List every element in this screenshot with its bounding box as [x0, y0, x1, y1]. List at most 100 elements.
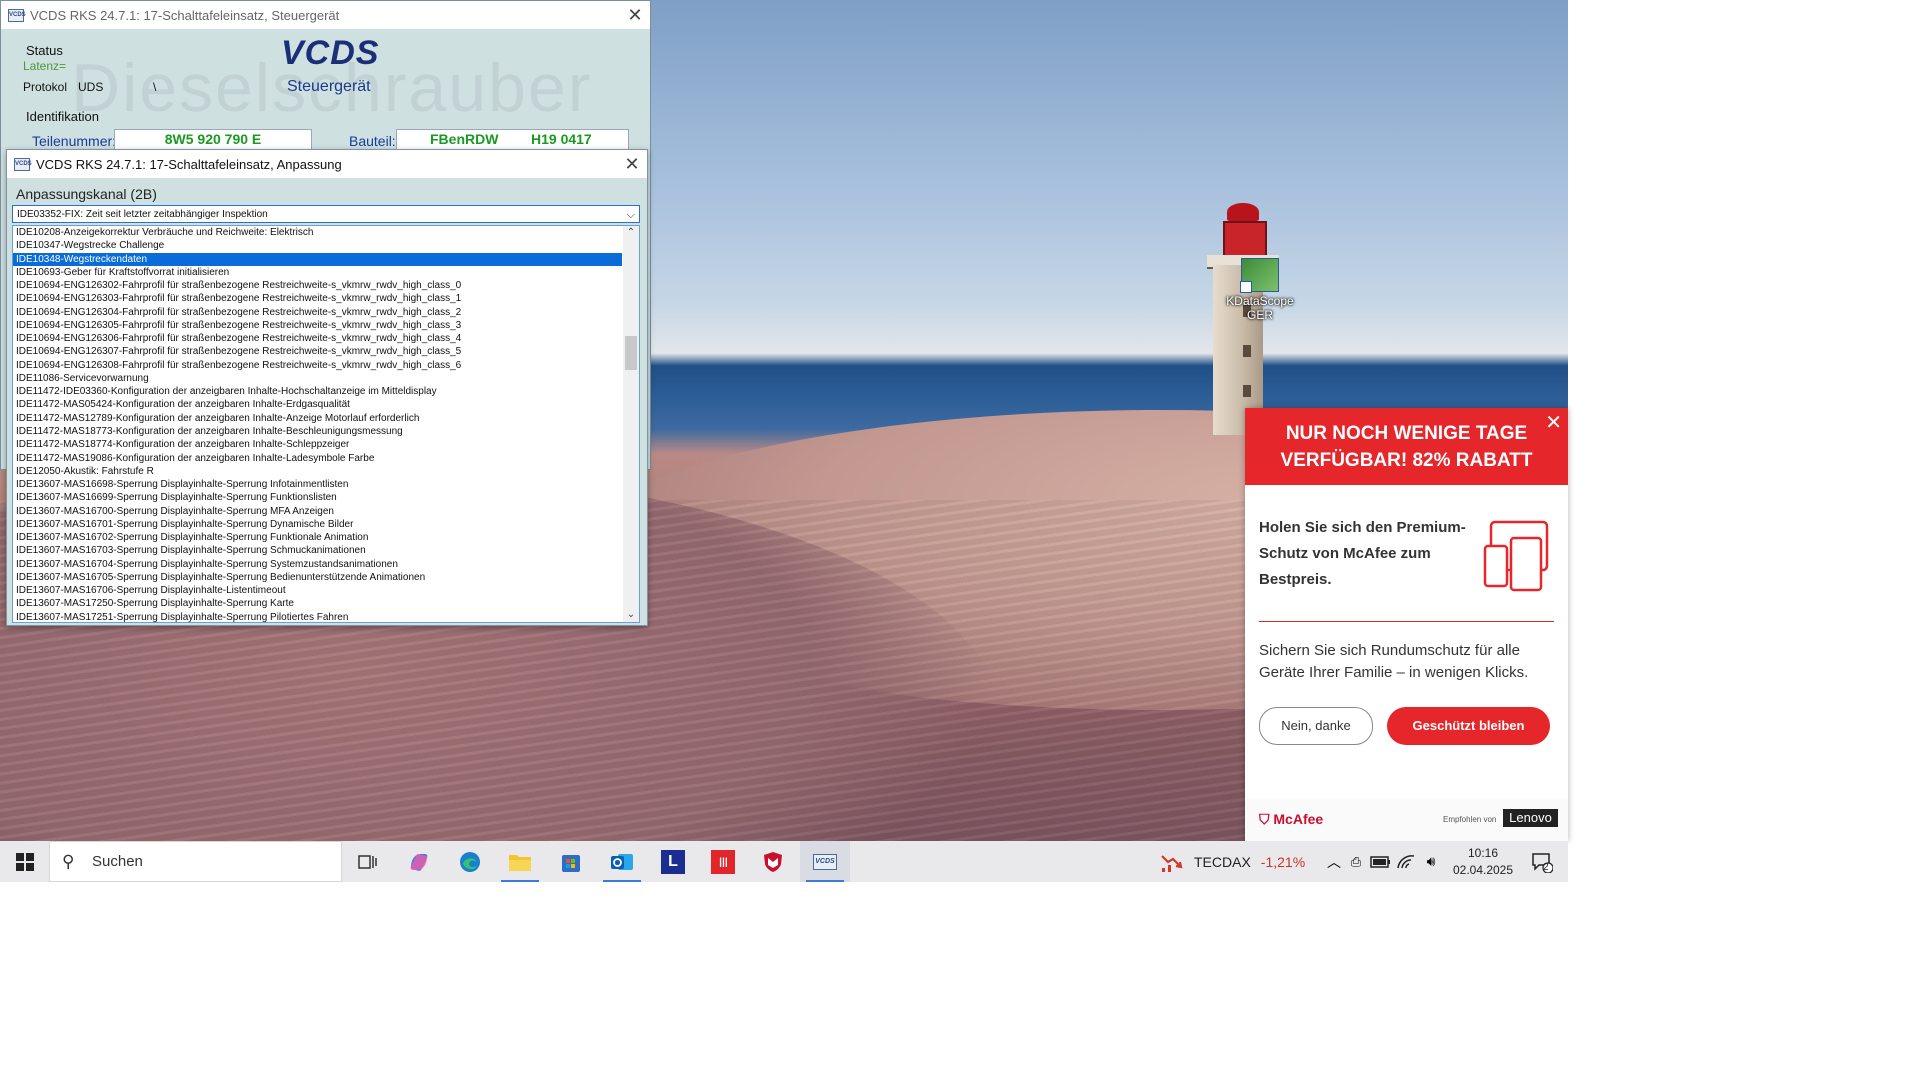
- close-icon[interactable]: ✕: [1545, 410, 1562, 437]
- edge-button[interactable]: [445, 841, 495, 882]
- list-item[interactable]: IDE10693-Geber für Kraftstoffvorrat init…: [13, 266, 622, 279]
- chevron-down-icon[interactable]: ⌵: [627, 206, 635, 224]
- wifi-icon[interactable]: [1396, 854, 1418, 870]
- brand-name: McAfee: [1273, 811, 1324, 827]
- chevron-up-icon[interactable]: ︿: [1324, 852, 1344, 872]
- part-number-field: 8W5 920 790 E: [114, 129, 312, 150]
- stay-protected-button[interactable]: Geschützt bleiben: [1387, 707, 1550, 745]
- vcds-taskbar-button[interactable]: VCDS: [800, 841, 850, 882]
- list-item[interactable]: IDE11472-MAS18774-Konfiguration der anze…: [13, 438, 622, 451]
- adaptation-channel-dropdown[interactable]: IDE03352-FIX: Zeit seit letzter zeitabhä…: [12, 205, 640, 223]
- protocol-label: Protokol: [23, 80, 68, 94]
- scroll-down-icon[interactable]: ⌄: [623, 608, 639, 622]
- adaptation-channel-list[interactable]: IDE10208-Anzeigekorrektur Verbräuche und…: [12, 225, 640, 623]
- red-app-icon: III: [711, 849, 735, 874]
- list-item[interactable]: IDE10694-ENG126308-Fahrprofil für straße…: [13, 359, 622, 372]
- list-item[interactable]: IDE13607-MAS16700-Sperrung Displayinhalt…: [13, 505, 622, 518]
- list-item[interactable]: IDE10694-ENG126303-Fahrprofil für straße…: [13, 292, 622, 305]
- list-item[interactable]: IDE13607-MAS16698-Sperrung Displayinhalt…: [13, 478, 622, 491]
- devices-icon: [1483, 520, 1549, 592]
- list-item[interactable]: IDE13607-MAS16702-Sperrung Displayinhalt…: [13, 531, 622, 544]
- system-tray: ︿ ⎙ 🔊︎: [1324, 841, 1442, 882]
- list-item[interactable]: IDE10208-Anzeigekorrektur Verbräuche und…: [13, 226, 622, 239]
- list-item[interactable]: IDE10348-Wegstreckendaten: [13, 252, 622, 266]
- list-item[interactable]: IDE11086-Servicevorwarnung: [13, 372, 622, 385]
- component-value-name: FBenRDW: [430, 131, 499, 147]
- list-item[interactable]: IDE12050-Akustik: Fahrstufe R: [13, 465, 622, 478]
- mcafee-shield-icon: [764, 851, 782, 872]
- vcds-main-titlebar[interactable]: VCDS VCDS RKS 24.7.1: 17-Schalttafeleins…: [1, 1, 650, 29]
- outlook-button[interactable]: [597, 841, 647, 882]
- desktop-shortcut-kdatascope[interactable]: KDataScope GER: [1212, 258, 1308, 322]
- list-item[interactable]: IDE13607-MAS16699-Sperrung Displayinhalt…: [13, 491, 622, 504]
- list-item[interactable]: IDE13607-MAS16706-Sperrung Displayinhalt…: [13, 584, 622, 597]
- red-app-button[interactable]: III: [698, 841, 748, 882]
- volume-icon[interactable]: 🔊︎: [1420, 853, 1442, 870]
- store-icon: [562, 854, 580, 872]
- scroll-up-icon[interactable]: ⌃: [623, 226, 639, 240]
- file-explorer-button[interactable]: [495, 841, 545, 882]
- list-item[interactable]: IDE13607-MAS16701-Sperrung Displayinhalt…: [13, 518, 622, 531]
- vcds-app-icon: VCDS: [14, 157, 32, 171]
- clock[interactable]: 10:16 02.04.2025: [1448, 841, 1518, 882]
- list-item[interactable]: IDE10694-ENG126302-Fahrprofil für straße…: [13, 279, 622, 292]
- list-item[interactable]: IDE13607-MAS17250-Sperrung Displayinhalt…: [13, 597, 622, 610]
- list-scrollbar[interactable]: ⌃ ⌄: [623, 226, 639, 622]
- close-icon[interactable]: ✕: [620, 5, 650, 26]
- copilot-button[interactable]: [394, 841, 444, 882]
- dropdown-selected-value: IDE03352-FIX: Zeit seit letzter zeitabhä…: [17, 209, 268, 220]
- taskbar-search-box[interactable]: ⚲ Suchen: [49, 841, 342, 882]
- list-item[interactable]: IDE10694-ENG126304-Fahrprofil für straße…: [13, 306, 622, 319]
- windows-icon: [15, 852, 34, 871]
- ad-headline: NUR NOCH WENIGE TAGE VERFÜGBAR! 82% RABA…: [1280, 423, 1533, 471]
- window-title: VCDS RKS 24.7.1: 17-Schalttafeleinsatz, …: [30, 7, 340, 23]
- stock-widget[interactable]: TECDAX -1,21%: [1160, 841, 1305, 882]
- edge-icon: [460, 851, 480, 872]
- list-item[interactable]: IDE13607-MAS16704-Sperrung Displayinhalt…: [13, 558, 622, 571]
- component-value-version: H19 0417: [531, 131, 592, 147]
- adaptation-window-title: VCDS RKS 24.7.1: 17-Schalttafeleinsatz, …: [36, 156, 342, 172]
- list-item[interactable]: IDE11472-MAS05424-Konfiguration der anze…: [13, 398, 622, 411]
- folder-icon: [509, 854, 531, 871]
- protocol-extra: \: [153, 80, 157, 94]
- latency-label: Latenz=: [23, 59, 67, 73]
- outlook-icon: [611, 853, 633, 870]
- list-item[interactable]: IDE11472-MAS18773-Konfiguration der anze…: [13, 425, 622, 438]
- list-item[interactable]: IDE11472-MAS12789-Konfiguration der anze…: [13, 412, 622, 425]
- mcafee-button[interactable]: [748, 841, 798, 882]
- task-view-icon: [358, 854, 377, 869]
- status-label: Status: [26, 43, 63, 58]
- start-button[interactable]: [0, 841, 49, 882]
- lexware-button[interactable]: L: [648, 841, 698, 882]
- meet-now-icon[interactable]: ⎙: [1344, 854, 1368, 870]
- list-item[interactable]: IDE11472-IDE03360-Konfiguration der anze…: [13, 385, 622, 398]
- list-item[interactable]: IDE10694-ENG126305-Fahrprofil für straße…: [13, 319, 622, 332]
- close-icon[interactable]: ✕: [617, 154, 647, 175]
- mcafee-logo: ⛉ McAfee: [1259, 811, 1324, 827]
- notification-center-button[interactable]: 2: [1522, 841, 1562, 882]
- list-item[interactable]: IDE13607-MAS17251-Sperrung Displayinhalt…: [13, 611, 622, 622]
- decline-button[interactable]: Nein, danke: [1259, 707, 1373, 745]
- list-item[interactable]: IDE10694-ENG126306-Fahrprofil für straße…: [13, 332, 622, 345]
- mcafee-popup: NUR NOCH WENIGE TAGE VERFÜGBAR! 82% RABA…: [1245, 408, 1568, 841]
- active-indicator: [501, 880, 539, 882]
- store-button[interactable]: [546, 841, 596, 882]
- battery-icon[interactable]: [1370, 855, 1392, 869]
- scrollbar-thumb[interactable]: [625, 336, 637, 370]
- recommended-by-label: Empfohlen von: [1443, 815, 1497, 824]
- list-item[interactable]: IDE13607-MAS16705-Sperrung Displayinhalt…: [13, 571, 622, 584]
- list-item[interactable]: IDE13607-MAS16703-Sperrung Displayinhalt…: [13, 544, 622, 557]
- lenovo-logo: Lenovo: [1503, 809, 1558, 827]
- notification-count: 2: [1543, 862, 1549, 873]
- active-indicator: [603, 880, 641, 882]
- ad-footer: ⛉ McAfee Empfohlen von Lenovo: [1245, 799, 1568, 841]
- desktop-shortcut-label: KDataScope GER: [1226, 294, 1294, 322]
- list-rows: IDE10208-Anzeigekorrektur Verbräuche und…: [13, 226, 639, 622]
- adaptation-titlebar[interactable]: VCDS VCDS RKS 24.7.1: 17-Schalttafeleins…: [7, 150, 647, 178]
- list-item[interactable]: IDE10694-ENG126307-Fahrprofil für straße…: [13, 345, 622, 358]
- task-view-button[interactable]: [343, 841, 393, 882]
- list-item[interactable]: IDE11472-MAS19086-Konfiguration der anze…: [13, 452, 622, 465]
- active-indicator: [806, 880, 844, 882]
- notification-icon: [1532, 852, 1553, 873]
- list-item[interactable]: IDE10347-Wegstrecke Challenge: [13, 239, 622, 252]
